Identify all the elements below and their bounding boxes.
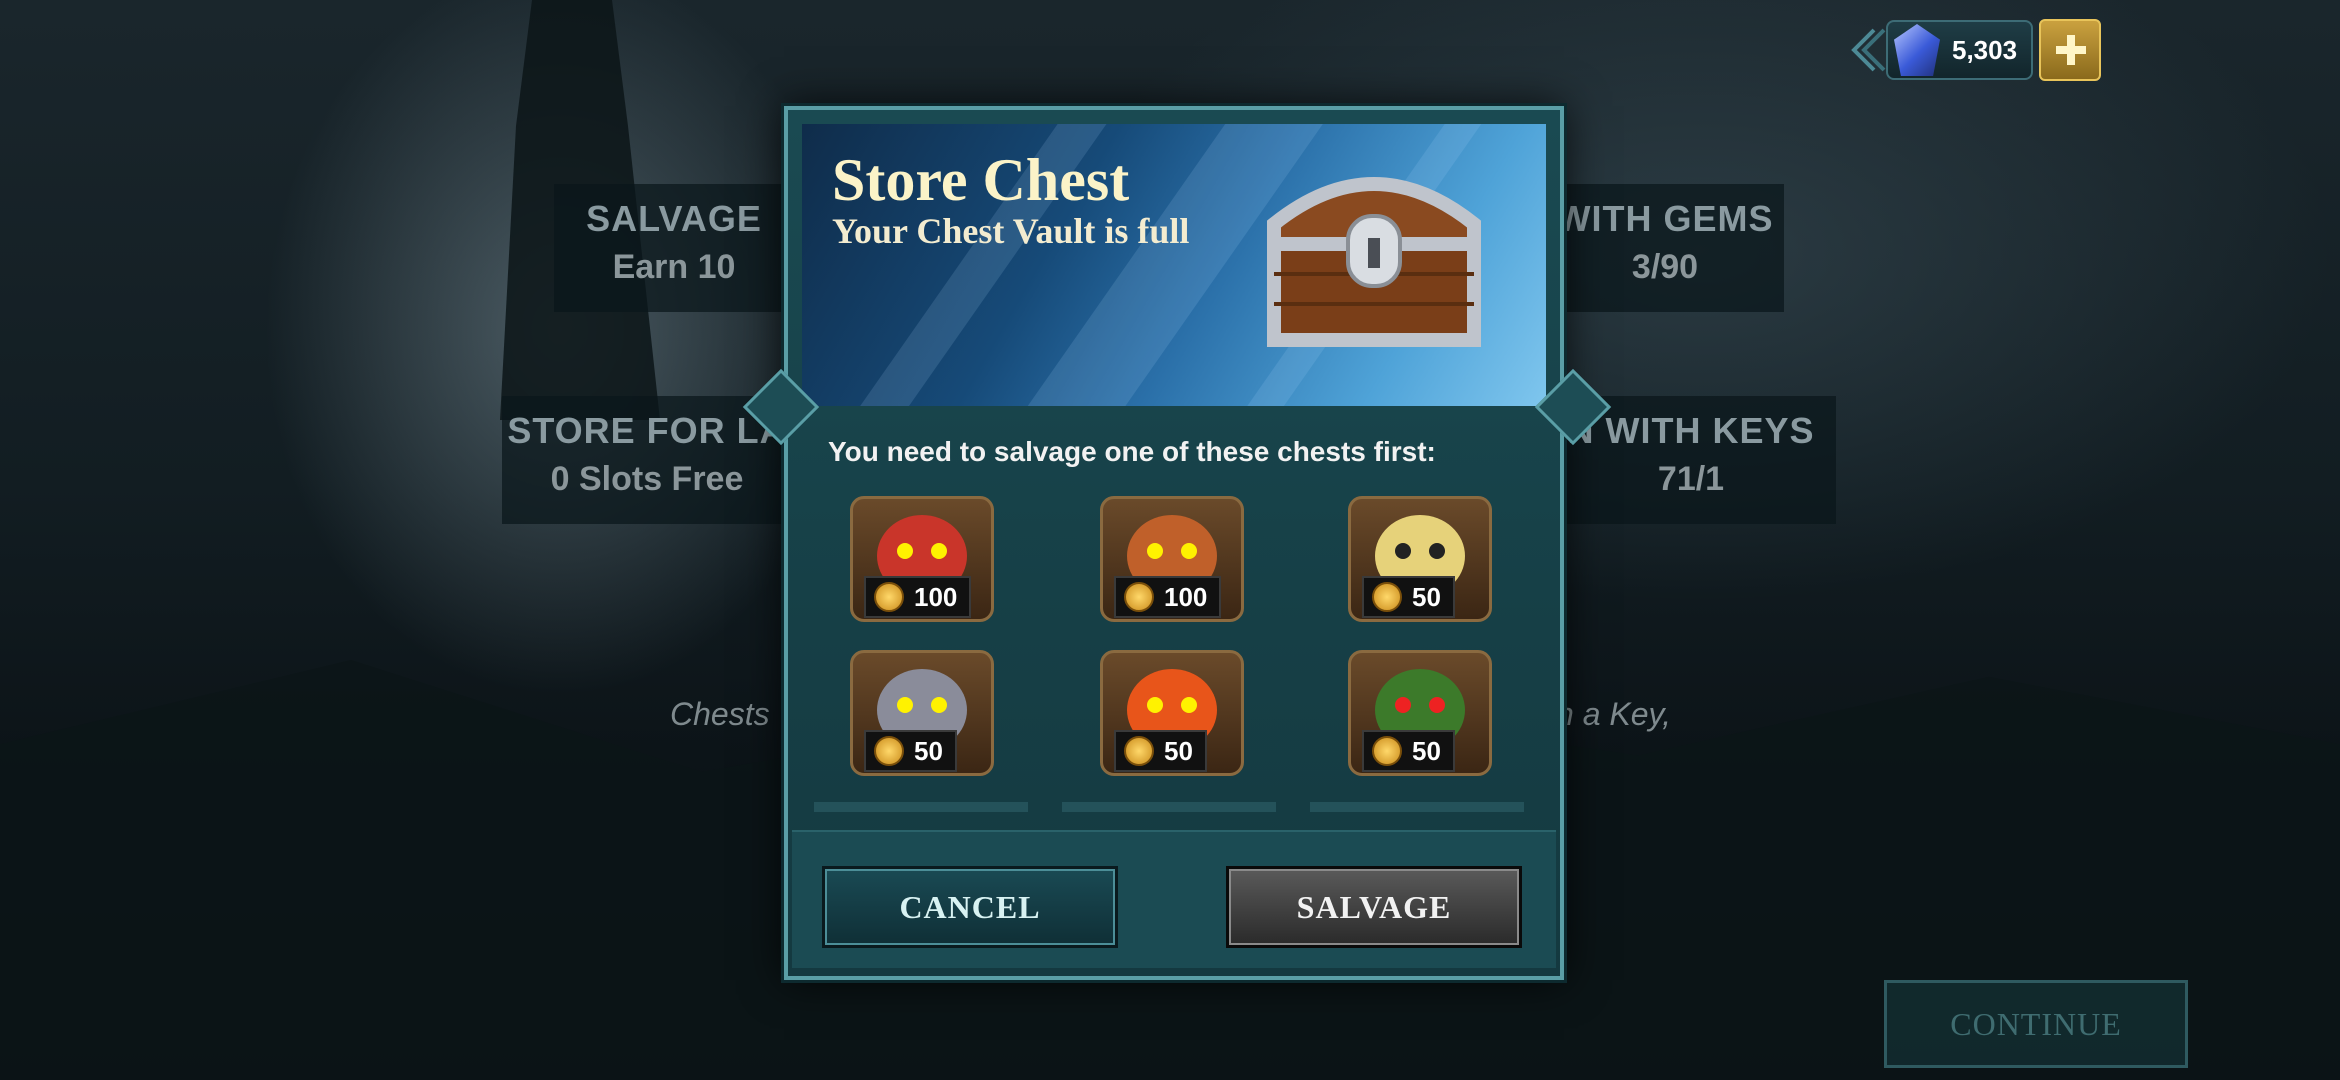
chest-slot[interactable]: 50 bbox=[1062, 644, 1276, 794]
salvage-prompt: You need to salvage one of these chests … bbox=[828, 436, 1436, 467]
cancel-button[interactable]: CANCEL bbox=[822, 866, 1118, 948]
chest-cost: 100 bbox=[864, 576, 972, 618]
coin-icon bbox=[874, 582, 904, 612]
chevron-left-icon bbox=[1846, 26, 1886, 74]
add-gems-button[interactable] bbox=[2039, 19, 2102, 81]
salvage-panel-sub: Earn 10 bbox=[612, 248, 736, 286]
salvage-panel-title: SALVAGE bbox=[586, 198, 762, 239]
gem-icon bbox=[1894, 24, 1940, 76]
treasure-chest-icon bbox=[1267, 177, 1481, 347]
chest-slot[interactable]: 100 bbox=[1062, 490, 1276, 640]
salvage-button[interactable]: SALVAGE bbox=[1226, 866, 1522, 948]
coin-icon bbox=[874, 736, 904, 766]
coin-icon bbox=[1124, 736, 1154, 766]
continue-button[interactable]: CONTINUE bbox=[1884, 980, 2188, 1068]
dialog-banner: Store Chest Your Chest Vault is full bbox=[802, 124, 1546, 406]
chest-cost: 50 bbox=[1114, 730, 1207, 772]
coin-icon bbox=[1372, 582, 1402, 612]
keys-panel-sub: 71/1 bbox=[1657, 460, 1725, 498]
dialog-subtitle: Your Chest Vault is full bbox=[832, 211, 1190, 251]
slot-bar bbox=[1062, 802, 1276, 812]
chest-cost: 50 bbox=[1362, 730, 1455, 772]
gem-currency: 5,303 bbox=[1846, 18, 2102, 82]
hint-left: Chests bbox=[670, 696, 770, 732]
chest-cost: 50 bbox=[1362, 576, 1455, 618]
dialog-title: Store Chest bbox=[832, 147, 1130, 213]
store-chest-dialog: Store Chest Your Chest Vault is full You… bbox=[742, 106, 1612, 980]
gems-panel-title: WITH GEMS bbox=[1556, 198, 1774, 239]
gem-pill: 5,303 bbox=[1886, 20, 2034, 80]
gems-panel-sub: 3/90 bbox=[1631, 248, 1699, 286]
chest-slot[interactable]: 100 bbox=[812, 490, 1026, 640]
coin-icon bbox=[1124, 582, 1154, 612]
store-panel: STORE FOR LA 0 Slots Free bbox=[502, 396, 792, 524]
chest-slot[interactable]: 50 bbox=[1310, 644, 1524, 794]
salvage-panel: SALVAGE Earn 10 bbox=[554, 184, 794, 312]
slot-bar bbox=[1310, 802, 1524, 812]
store-panel-sub: 0 Slots Free bbox=[550, 460, 744, 498]
coin-icon bbox=[1372, 736, 1402, 766]
store-panel-title: STORE FOR LA bbox=[507, 410, 787, 451]
chest-cost: 50 bbox=[864, 730, 957, 772]
hint-right: n a Key, bbox=[1556, 696, 1672, 732]
gem-count: 5,303 bbox=[1952, 34, 2018, 65]
slot-bar bbox=[814, 802, 1028, 812]
chest-slot[interactable]: 50 bbox=[812, 644, 1026, 794]
chest-cost: 100 bbox=[1114, 576, 1222, 618]
gems-panel: WITH GEMS 3/90 bbox=[1546, 184, 1784, 312]
chest-slot[interactable]: 50 bbox=[1310, 490, 1524, 640]
